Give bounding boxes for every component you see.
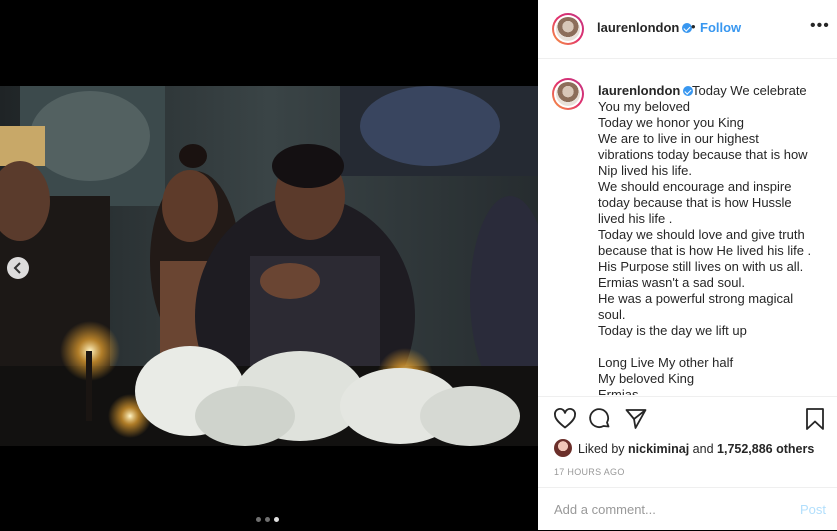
username-text[interactable]: laurenlondon	[597, 20, 679, 35]
likes-count[interactable]: 1,752,886 others	[717, 442, 814, 456]
likes-summary: Liked by nickiminaj and 1,752,886 others	[578, 442, 814, 456]
comment-icon[interactable]	[588, 407, 612, 431]
caption-line: We are to live in our highest	[598, 131, 759, 146]
caption-line: because that is how He lived his life .	[598, 243, 812, 258]
post-photo[interactable]	[0, 86, 538, 446]
share-icon[interactable]	[624, 407, 648, 431]
caption-avatar[interactable]	[552, 78, 584, 110]
header-separator: •	[691, 19, 696, 34]
heart-icon[interactable]	[553, 407, 577, 431]
caption-first-line: Today We celebrate	[692, 83, 807, 98]
follow-button[interactable]: Follow	[700, 20, 741, 35]
caption-line: Today we honor you King	[598, 115, 744, 130]
photo-pane	[0, 0, 538, 530]
more-options-icon[interactable]: •••	[810, 17, 830, 35]
header-username[interactable]: laurenlondon	[597, 20, 693, 35]
caption-line: Today is the day we lift up	[598, 323, 747, 338]
carousel-dot[interactable]	[256, 517, 261, 522]
caption-line: Ermias	[598, 387, 639, 395]
caption-line: Ermias wasn't a sad soul.	[598, 275, 745, 290]
carousel-dot-active[interactable]	[274, 517, 279, 522]
caption-text: You my beloved Today we honor you King W…	[598, 99, 828, 395]
likes-connector: and	[692, 442, 714, 456]
caption-area: laurenlondon Today We celebrate You my b…	[538, 60, 837, 395]
caption-line: My beloved King	[598, 371, 695, 386]
caption-line: lived his life .	[598, 211, 673, 226]
post-sidebar: laurenlondon • Follow ••• laurenlondon T…	[538, 0, 837, 530]
comment-input[interactable]	[552, 498, 776, 520]
carousel-dots	[256, 517, 279, 522]
liker-username[interactable]: nickiminaj	[628, 442, 689, 456]
liker-avatar[interactable]	[554, 439, 572, 457]
caption-line	[598, 339, 828, 355]
caption-line: vibrations today because that is how	[598, 147, 808, 162]
avatar-image	[556, 17, 580, 41]
post-header: laurenlondon • Follow •••	[538, 0, 837, 59]
caption-line: Today we should love and give truth	[598, 227, 805, 242]
avatar-image	[556, 82, 580, 106]
caption-line: His Purpose still lives on with us all.	[598, 259, 804, 274]
bookmark-icon[interactable]	[805, 407, 825, 431]
post-actions: Liked by nickiminaj and 1,752,886 others…	[538, 396, 837, 531]
carousel-prev-button[interactable]	[7, 257, 29, 279]
caption-line: soul.	[598, 307, 626, 322]
caption-username[interactable]: laurenlondon	[598, 83, 694, 98]
likes-prefix: Liked by	[578, 442, 625, 456]
caption-username-text[interactable]: laurenlondon	[598, 83, 680, 98]
avatar[interactable]	[552, 13, 584, 45]
caption-line: Long Live My other half	[598, 355, 734, 370]
caption-line: We should encourage and inspire	[598, 179, 792, 194]
post-comment-button[interactable]: Post	[800, 502, 826, 517]
photo-scene	[0, 86, 538, 446]
caption-line: He was a powerful strong magical	[598, 291, 794, 306]
chevron-left-icon	[13, 262, 21, 274]
comment-bar: Post	[538, 487, 837, 531]
post-timestamp[interactable]: 17 HOURS AGO	[554, 467, 625, 477]
caption-line: You my beloved	[598, 99, 691, 114]
caption-line: Nip lived his life.	[598, 163, 692, 178]
carousel-dot[interactable]	[265, 517, 270, 522]
caption-line: today because that is how Hussle	[598, 195, 792, 210]
